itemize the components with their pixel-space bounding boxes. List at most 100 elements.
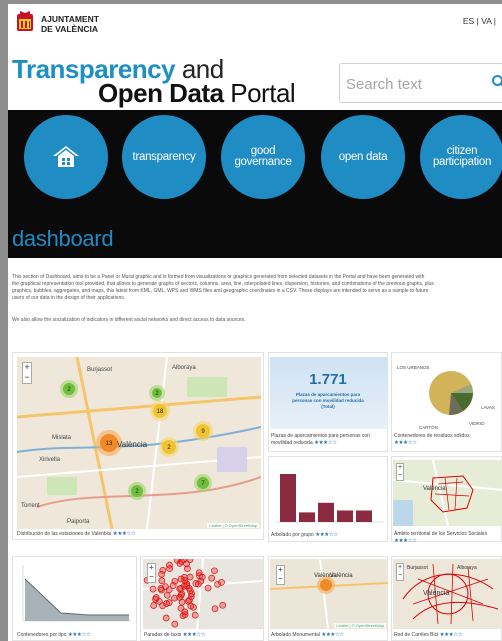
rating-stars[interactable]: ★★★☆☆	[321, 632, 344, 638]
city-crest-icon[interactable]	[14, 10, 36, 34]
taxi-stop-marker	[183, 560, 190, 568]
intro-line-5: We also allow the socialization of indic…	[12, 317, 246, 323]
zoom-out-button[interactable]: −	[148, 573, 155, 582]
rating-stars[interactable]: ★★★☆☆	[394, 538, 487, 545]
tile-taxi-stops[interactable]: + − Paradas de taxis ★★★☆☆	[140, 556, 264, 641]
rating-stars[interactable]: ★★★☆☆	[183, 632, 206, 638]
rating-stars[interactable]: ★★★☆☆	[394, 440, 470, 447]
pie-label-carton: CARTÓN	[419, 425, 438, 430]
rating-stars[interactable]: ★★★☆☆	[440, 632, 463, 638]
taxi-stop-marker	[211, 605, 219, 613]
title-portal: Portal	[223, 78, 296, 108]
taxi-stop-marker	[177, 585, 185, 592]
zoom-out-button[interactable]: −	[397, 472, 403, 480]
parking-kpi: 1.771 Plazas de aparcamientos para perso…	[270, 357, 388, 429]
tile-social-services[interactable]: València + − Ámbito territorial de los S…	[391, 456, 502, 545]
rating-stars[interactable]: ★★★☆☆	[113, 531, 136, 537]
search-icon[interactable]	[491, 74, 502, 90]
tile-valenbisi-caption: Distribución de las estaciones de Valenb…	[17, 531, 136, 537]
rating-stars[interactable]: ★★★☆☆	[314, 440, 337, 446]
search-input[interactable]	[346, 74, 476, 94]
taxi-stop-marker	[169, 582, 177, 589]
tile-containers-by-type[interactable]: Contenedores por tipo ★★★☆☆	[12, 556, 137, 641]
zoom-in-button[interactable]: +	[397, 564, 403, 572]
lang-es-link[interactable]: ES	[463, 16, 474, 26]
nav-transparency-label: transparency	[132, 150, 196, 163]
zoom-out-button[interactable]: −	[397, 572, 403, 580]
bar-2	[318, 502, 334, 522]
trees-bar-chart	[270, 460, 388, 528]
valenbisi-map-graphic: 2 18 13 2 9 7 2 2 Burjassot Alboraya Val…	[17, 357, 261, 529]
zoom-out-button[interactable]: −	[277, 575, 284, 584]
social-zoom-control: + −	[396, 463, 404, 481]
nav-home-button[interactable]	[24, 115, 108, 199]
taxi-stop-marker	[198, 573, 206, 581]
taxi-stop-marker	[152, 594, 160, 601]
taxi-stop-marker	[162, 614, 170, 622]
svg-text:València: València	[117, 440, 148, 449]
nav-good-governance-button[interactable]: good governance	[221, 115, 305, 199]
taxi-stop-marker	[208, 574, 216, 582]
bike-lanes-map[interactable]: Burjassot Alboraya València + −	[393, 559, 502, 629]
map-attribution[interactable]: Leaflet | © OpenStreetMap	[207, 523, 259, 528]
taxi-stop-marker	[219, 601, 227, 609]
lang-va-link[interactable]: VA |	[481, 16, 496, 26]
search-box	[339, 63, 502, 103]
valenbisi-map[interactable]: 2 18 13 2 9 7 2 2 Burjassot Alboraya Val…	[17, 357, 261, 529]
svg-text:Paiporta: Paiporta	[67, 519, 90, 525]
tile-trees-by-group[interactable]: Arbolado por grupo ★★★☆☆	[268, 456, 388, 542]
tile-waste-caption: Contenedores de residuos sólidos ★★★☆☆	[394, 433, 470, 446]
taxi-stop-marker	[177, 575, 185, 583]
svg-text:13: 13	[106, 441, 113, 447]
bar-0	[280, 474, 296, 522]
monumental-zoom-control: + −	[276, 565, 285, 585]
taxi-stop-marker	[214, 580, 221, 588]
tile-monumental-trees[interactable]: València València + − Leaflet | © OpenSt…	[268, 556, 388, 641]
nav-transparency-button[interactable]: transparency	[122, 115, 206, 199]
tile-containers-caption: Contenedores por tipo ★★★☆☆	[17, 632, 91, 638]
taxi-stop-marker	[163, 591, 171, 599]
taxi-stops-map[interactable]: + −	[143, 559, 263, 629]
valenbisi-zoom-control: + −	[22, 362, 32, 384]
rating-stars[interactable]: ★★★☆☆	[68, 632, 91, 638]
nav-citizen-participation-label: citizen participation	[432, 145, 492, 168]
tile-monumental-caption: Arbolado Monumental ★★★☆☆	[271, 632, 344, 638]
tile-trees-caption: Arbolado por grupo ★★★☆☆	[271, 532, 338, 538]
portal-title-line2[interactable]: Open Data Portal	[98, 78, 296, 109]
taxi-stop-marker	[176, 560, 184, 567]
tile-social-caption: Ámbito territorial de los Servicios Soci…	[394, 531, 488, 545]
zoom-in-button[interactable]: +	[397, 464, 403, 472]
nav-citizen-participation-button[interactable]: citizen participation	[420, 115, 502, 199]
page: AJUNTAMENT DE VALÈNCIA ES | VA | Transpa…	[0, 0, 502, 641]
map-attribution[interactable]: Leaflet | © OpenStreetMap	[334, 623, 386, 628]
home-icon	[53, 146, 79, 167]
zoom-out-button[interactable]: −	[23, 373, 31, 383]
taxi-stop-marker	[163, 600, 170, 607]
svg-text:Burjassot: Burjassot	[87, 367, 112, 373]
svg-text:18: 18	[157, 409, 164, 415]
page-heading: dashboard	[12, 226, 114, 251]
tile-bike-lanes[interactable]: Burjassot Alboraya València + − Red de C…	[391, 556, 502, 641]
svg-text:València: València	[423, 486, 446, 492]
svg-text:València: València	[314, 573, 337, 579]
tile-valenbisi[interactable]: 2 18 13 2 9 7 2 2 Burjassot Alboraya Val…	[12, 352, 264, 540]
city-name[interactable]: AJUNTAMENT DE VALÈNCIA	[41, 14, 99, 34]
tile-bike-caption: Red de Carriles Bici ★★★☆☆	[394, 632, 463, 638]
social-services-map[interactable]: València + −	[393, 460, 502, 526]
taxi-stop-marker	[158, 570, 165, 578]
taxi-stop-marker	[150, 602, 158, 609]
tile-waste-containers[interactable]: LOS URBANOS LAVAS VIDRIO CARTÓN Contened…	[391, 352, 502, 452]
nav-open-data-button[interactable]: open data	[321, 115, 405, 199]
taxi-stop-marker	[191, 611, 199, 619]
svg-text:València: València	[423, 590, 449, 597]
nav-good-governance-label: good governance	[234, 145, 292, 168]
taxi-stop-marker	[211, 567, 218, 575]
taxi-stop-marker	[181, 611, 189, 618]
rating-stars[interactable]: ★★★☆☆	[315, 532, 338, 538]
monumental-trees-map[interactable]: València València + − Leaflet | © OpenSt…	[270, 559, 388, 629]
taxi-stop-marker	[171, 594, 178, 602]
kpi-subtitle: Plazas de aparcamientos para personas co…	[292, 392, 364, 409]
tile-parking[interactable]: 1.771 Plazas de aparcamientos para perso…	[268, 352, 388, 452]
window-frame-top	[0, 0, 502, 4]
taxi-stop-marker	[187, 593, 195, 600]
